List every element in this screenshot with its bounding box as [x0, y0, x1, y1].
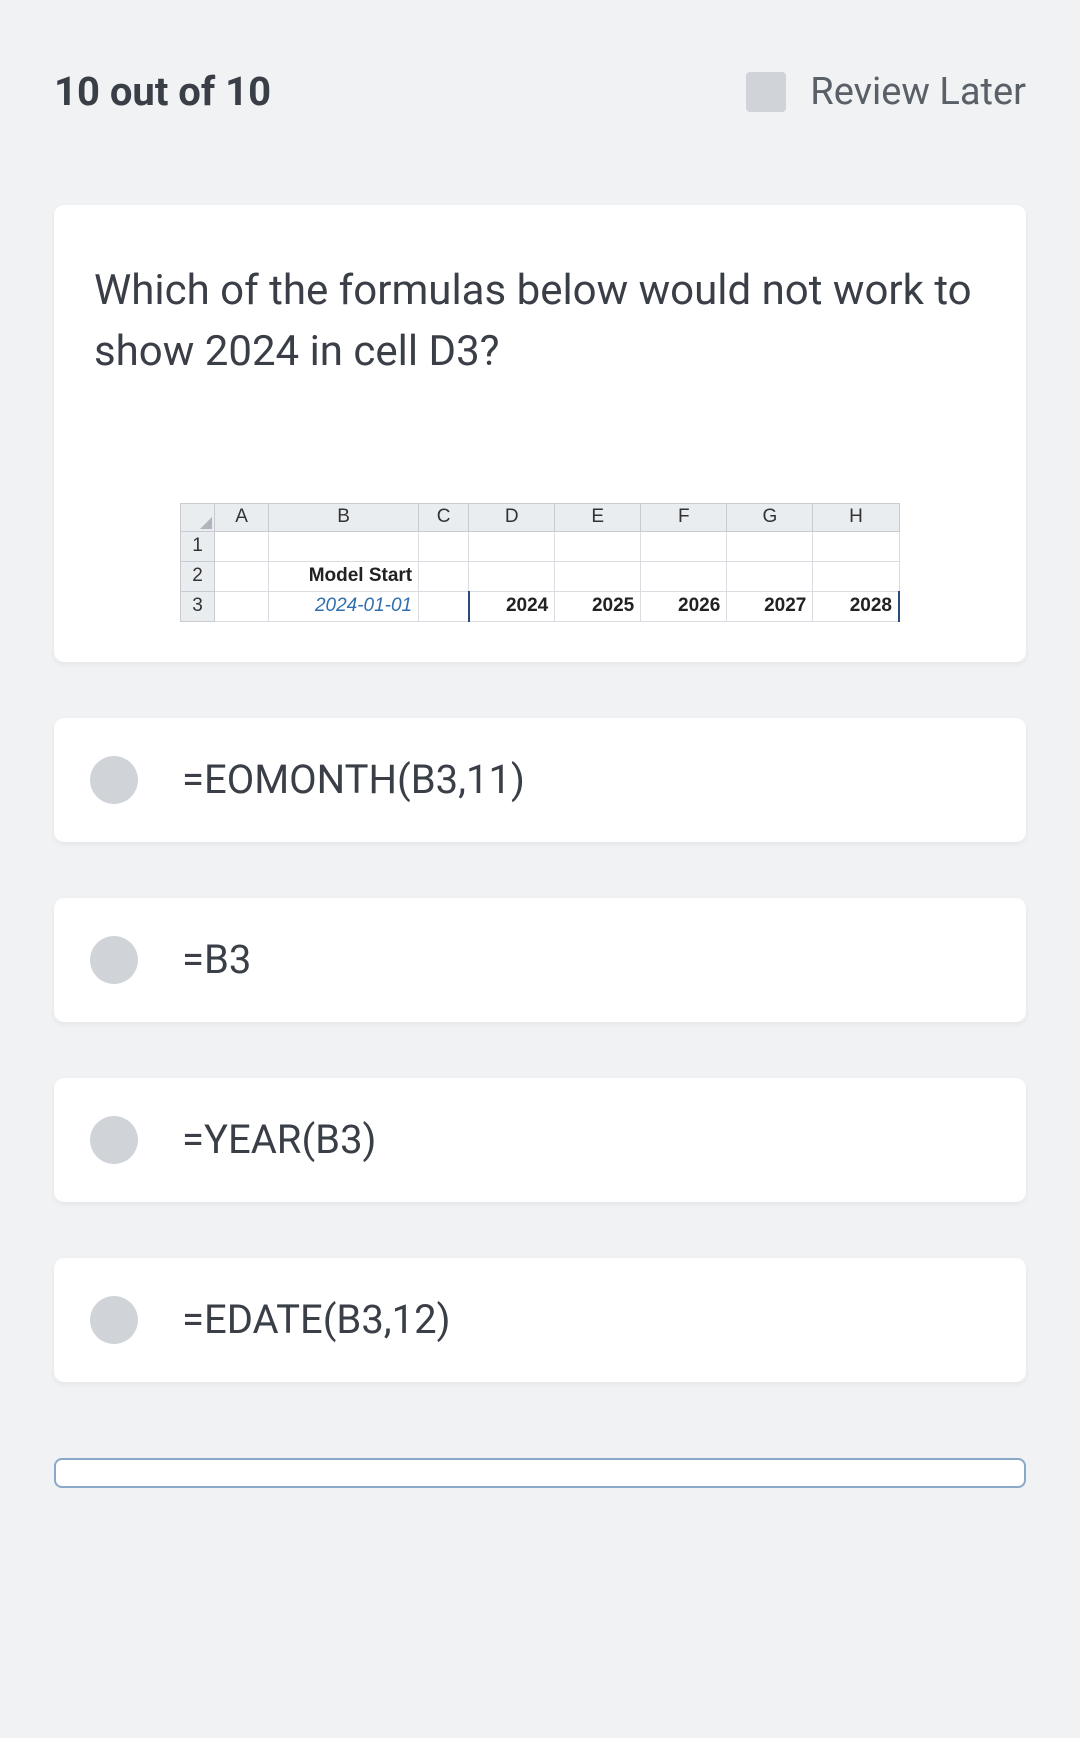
progress-indicator: 10 out of 10 [54, 68, 271, 115]
radio-icon[interactable] [90, 1296, 138, 1344]
col-header-E: E [555, 503, 641, 531]
cell-C3 [419, 591, 469, 621]
cell-B3: 2024-01-01 [269, 591, 419, 621]
review-later-checkbox[interactable] [746, 72, 786, 112]
next-button-outline[interactable] [54, 1458, 1026, 1488]
question-card: Which of the formulas below would not wo… [54, 205, 1026, 662]
cell-C2 [419, 561, 469, 591]
cell-E2 [555, 561, 641, 591]
row-header-2: 2 [181, 561, 215, 591]
cell-G2 [727, 561, 813, 591]
cell-H2 [813, 561, 899, 591]
cell-D3: 2024 [469, 591, 555, 621]
cell-H3: 2028 [813, 591, 899, 621]
radio-icon[interactable] [90, 1116, 138, 1164]
spreadsheet-table: A B C D E F G H 1 2 [180, 503, 900, 622]
option-4-label: =EDATE(B3,12) [182, 1296, 451, 1343]
row-header-1: 1 [181, 531, 215, 561]
sheet-corner [181, 503, 215, 531]
col-header-C: C [419, 503, 469, 531]
option-1[interactable]: =EOMONTH(B3,11) [54, 718, 1026, 842]
col-header-A: A [215, 503, 269, 531]
cell-G3: 2027 [727, 591, 813, 621]
option-3-label: =YEAR(B3) [182, 1116, 376, 1163]
cell-F1 [641, 531, 727, 561]
radio-icon[interactable] [90, 936, 138, 984]
option-3[interactable]: =YEAR(B3) [54, 1078, 1026, 1202]
cell-A2 [215, 561, 269, 591]
cell-E1 [555, 531, 641, 561]
col-header-F: F [641, 503, 727, 531]
row-header-3: 3 [181, 591, 215, 621]
option-1-label: =EOMONTH(B3,11) [182, 756, 525, 803]
cell-F2 [641, 561, 727, 591]
col-header-H: H [813, 503, 899, 531]
cell-H1 [813, 531, 899, 561]
review-later-label: Review Later [810, 70, 1026, 114]
review-later-toggle[interactable]: Review Later [746, 70, 1026, 114]
question-text: Which of the formulas below would not wo… [94, 261, 986, 383]
cell-E3: 2025 [555, 591, 641, 621]
option-2-label: =B3 [182, 936, 251, 983]
cell-C1 [419, 531, 469, 561]
spreadsheet-image: A B C D E F G H 1 2 [180, 503, 900, 622]
cell-A3 [215, 591, 269, 621]
radio-icon[interactable] [90, 756, 138, 804]
option-4[interactable]: =EDATE(B3,12) [54, 1258, 1026, 1382]
cell-G1 [727, 531, 813, 561]
question-header: 10 out of 10 Review Later [0, 0, 1080, 155]
cell-B2: Model Start [269, 561, 419, 591]
cell-B1 [269, 531, 419, 561]
cell-D2 [469, 561, 555, 591]
col-header-D: D [469, 503, 555, 531]
cell-F3: 2026 [641, 591, 727, 621]
col-header-B: B [269, 503, 419, 531]
cell-D1 [469, 531, 555, 561]
cell-A1 [215, 531, 269, 561]
col-header-G: G [727, 503, 813, 531]
option-2[interactable]: =B3 [54, 898, 1026, 1022]
